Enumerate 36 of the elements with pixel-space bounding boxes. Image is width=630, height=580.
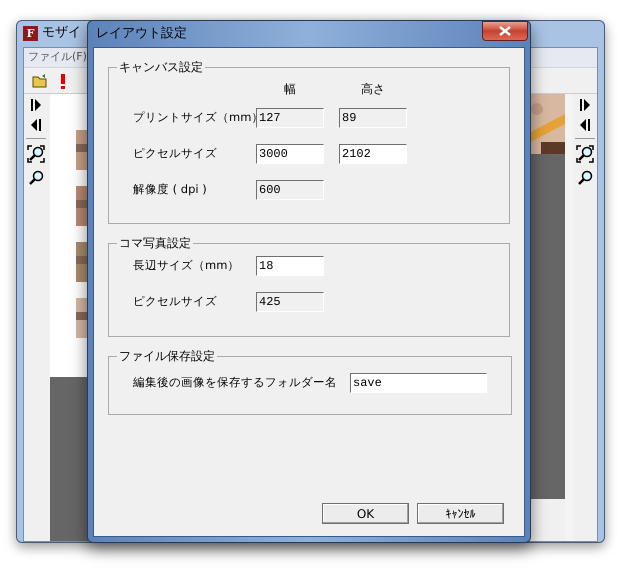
step-forward-icon[interactable] <box>30 98 42 112</box>
close-button[interactable] <box>482 21 528 41</box>
text-field[interactable]: 127 <box>256 108 324 128</box>
field-label: 編集後の画像を保存するフォルダー名 <box>133 374 337 392</box>
column-header: 幅 <box>283 81 297 98</box>
dialog-button[interactable]: ｷｬﾝｾﾙ <box>417 503 504 524</box>
close-icon[interactable] <box>499 26 511 36</box>
zoom-fit-icon[interactable] <box>576 145 594 163</box>
zoom-fit-icon[interactable] <box>27 145 45 163</box>
scrollbar[interactable] <box>565 94 573 541</box>
text-field[interactable]: 425 <box>256 292 324 312</box>
zoom-icon[interactable] <box>576 169 594 187</box>
dialog-button[interactable]: OK <box>322 503 409 524</box>
alert-icon[interactable] <box>60 72 66 88</box>
text-field[interactable]: 600 <box>256 180 324 200</box>
text-field[interactable]: 18 <box>256 256 324 276</box>
window-title: レイアウト設定 <box>96 25 187 44</box>
app-logo: F <box>23 26 38 40</box>
field-label: ピクセルサイズ <box>133 293 217 310</box>
text-field[interactable]: 2102 <box>339 144 407 164</box>
group-title: キャンバス設定 <box>118 59 204 76</box>
text-field[interactable]: 3000 <box>256 144 324 164</box>
column-header: 高さ <box>360 81 386 98</box>
menu-item[interactable]: ファイル(F) <box>28 49 87 66</box>
field-label: ピクセルサイズ <box>133 145 217 162</box>
field-label: 長辺サイズ（mm） <box>133 257 240 274</box>
window-title: モザイ <box>42 24 81 42</box>
text-field[interactable]: 89 <box>339 108 407 128</box>
zoom-icon[interactable] <box>27 169 45 187</box>
field-label: 解像度 ( dpi ) <box>133 181 207 198</box>
group-title: ファイル保存設定 <box>118 348 216 365</box>
text-field[interactable]: save <box>350 373 487 393</box>
group-title: コマ写真設定 <box>118 235 192 252</box>
step-back-icon[interactable] <box>579 118 591 132</box>
step-forward-icon[interactable] <box>579 98 591 112</box>
step-back-icon[interactable] <box>30 118 42 132</box>
